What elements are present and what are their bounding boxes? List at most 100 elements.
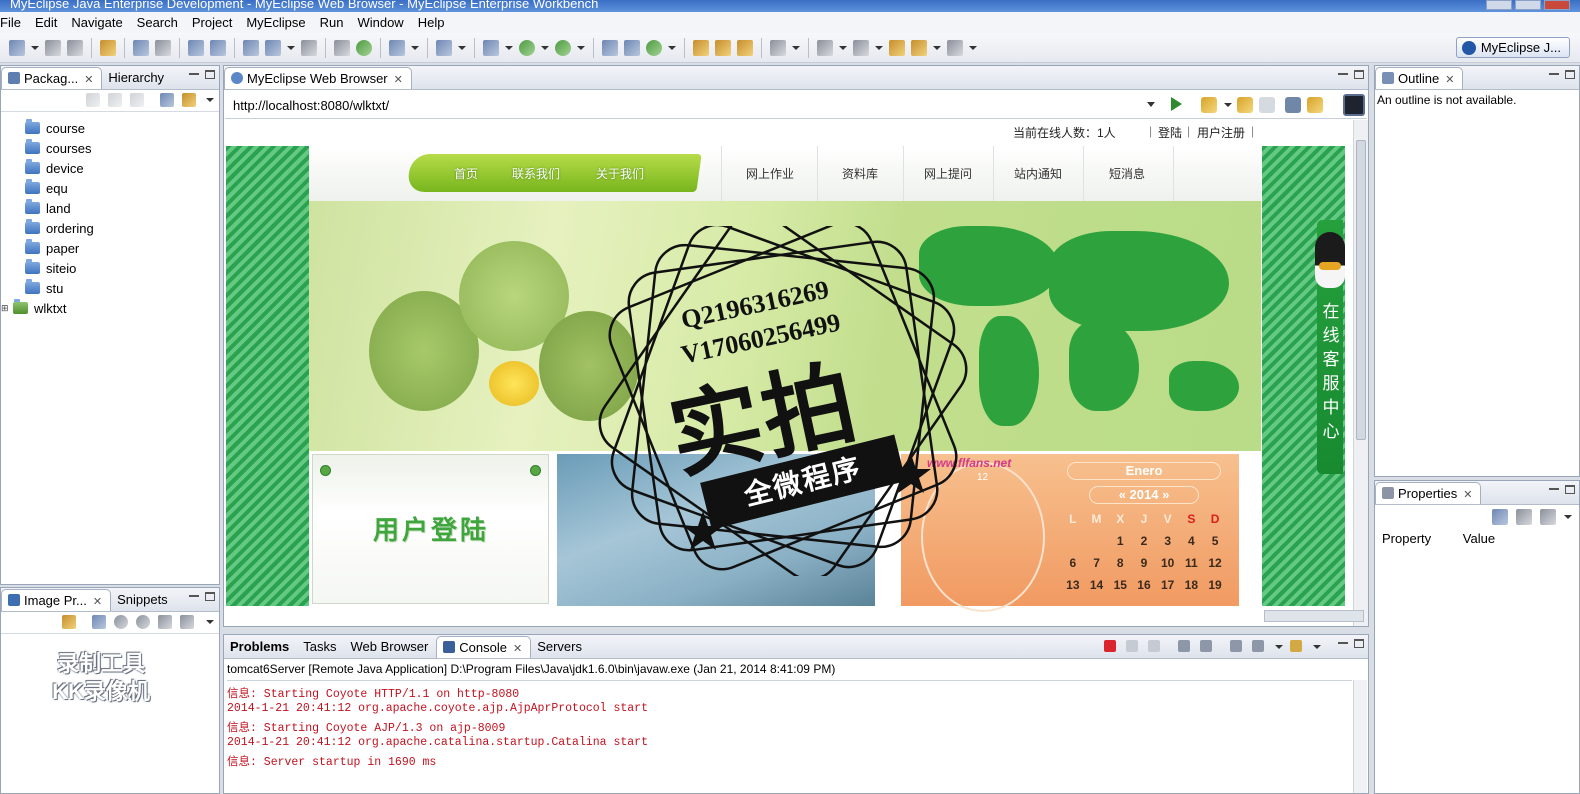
- annotation-icon[interactable]: [770, 39, 786, 56]
- calendar-day[interactable]: 4: [1180, 534, 1202, 548]
- tab-image-preview[interactable]: Image Pr... ✕: [1, 589, 112, 611]
- collapse-all-icon[interactable]: [160, 93, 174, 107]
- previous-annotation-dropdown-icon[interactable]: [875, 45, 883, 50]
- link-with-editor-icon[interactable]: [182, 93, 196, 107]
- calendar-day[interactable]: 10: [1157, 556, 1179, 570]
- close-icon[interactable]: ✕: [1463, 489, 1472, 501]
- minimize-view-icon[interactable]: [1549, 488, 1559, 491]
- remove-launch-icon[interactable]: [1126, 640, 1138, 652]
- close-icon[interactable]: ✕: [93, 596, 102, 608]
- window-icon[interactable]: [389, 39, 405, 56]
- new-ejb-project-icon[interactable]: [155, 39, 171, 56]
- favorites-icon[interactable]: [1201, 97, 1217, 113]
- run-server-icon[interactable]: [265, 39, 281, 56]
- run-icon[interactable]: [519, 39, 535, 56]
- display-console-icon[interactable]: [1252, 640, 1264, 652]
- calendar-day[interactable]: 13: [1062, 578, 1084, 592]
- view-menu-icon[interactable]: [206, 620, 214, 624]
- tab-problems[interactable]: Problems: [224, 636, 297, 658]
- tree-item-courses[interactable]: courses: [9, 138, 94, 158]
- minimize-view-icon[interactable]: [189, 595, 199, 598]
- open-perspective-icon[interactable]: [334, 39, 350, 56]
- tree-item-stu[interactable]: stu: [9, 278, 94, 298]
- tab-console[interactable]: Console ✕: [436, 636, 532, 658]
- open-type-icon[interactable]: [100, 39, 116, 56]
- run-external-icon[interactable]: [555, 39, 571, 56]
- remove-all-icon[interactable]: [1148, 640, 1160, 652]
- next-annotation-dropdown-icon[interactable]: [839, 45, 847, 50]
- close-icon[interactable]: ✕: [1445, 74, 1454, 86]
- new-package-icon[interactable]: [624, 39, 640, 56]
- search-icon[interactable]: [737, 39, 753, 56]
- stop-icon[interactable]: [1285, 97, 1301, 113]
- calendar-day[interactable]: 1: [1109, 534, 1131, 548]
- clear-console-icon[interactable]: [1178, 640, 1190, 652]
- register-link[interactable]: 用户注册: [1197, 124, 1245, 141]
- maximize-view-icon[interactable]: [1354, 639, 1364, 648]
- maximize-view-icon[interactable]: [205, 592, 215, 601]
- next-annotation-icon[interactable]: [817, 39, 833, 56]
- calendar-day[interactable]: 19: [1204, 578, 1226, 592]
- tree-item-wlktxt[interactable]: ⊞ wlktxt: [1, 298, 94, 318]
- calendar-day[interactable]: 12: [1204, 556, 1226, 570]
- new-java-project-icon[interactable]: [602, 39, 618, 56]
- calendar-day[interactable]: 3: [1157, 534, 1179, 548]
- open-console-dropdown-icon[interactable]: [1313, 645, 1321, 649]
- favorites-dropdown-icon[interactable]: [1224, 103, 1232, 107]
- menu-myeclipse[interactable]: MyEclipse: [240, 15, 313, 30]
- deploy-icon[interactable]: [188, 39, 204, 56]
- minimize-view-icon[interactable]: [1338, 73, 1348, 76]
- zoom-fit-icon[interactable]: [180, 615, 194, 629]
- tools-dropdown-icon[interactable]: [458, 45, 466, 50]
- zoom-in-icon[interactable]: [136, 615, 150, 629]
- forward-arrow-icon[interactable]: [1259, 97, 1275, 113]
- calendar-day[interactable]: 5: [1204, 534, 1226, 548]
- refresh-icon[interactable]: [62, 615, 76, 629]
- last-edit-location-icon[interactable]: [889, 39, 905, 56]
- browser-settings-icon[interactable]: [1343, 94, 1365, 116]
- print-icon[interactable]: [67, 39, 83, 56]
- calendar-day[interactable]: 9: [1133, 556, 1155, 570]
- tab-tasks[interactable]: Tasks: [297, 636, 344, 658]
- nav-library[interactable]: 资料库: [842, 165, 878, 182]
- nav-contact[interactable]: 联系我们: [512, 165, 560, 182]
- back-icon[interactable]: [911, 39, 927, 56]
- calendar-day[interactable]: 18: [1180, 578, 1202, 592]
- menu-window[interactable]: Window: [351, 15, 411, 30]
- calendar-day[interactable]: 15: [1109, 578, 1131, 592]
- tree-item-course[interactable]: course: [9, 118, 94, 138]
- tree-item-ordering[interactable]: ordering: [9, 218, 94, 238]
- url-input[interactable]: [229, 94, 1159, 116]
- tree-item-device[interactable]: device: [9, 158, 94, 178]
- calendar-day[interactable]: 16: [1133, 578, 1155, 592]
- login-link[interactable]: 登陆: [1158, 124, 1182, 141]
- new-class-dropdown-icon[interactable]: [668, 45, 676, 50]
- nav-questions[interactable]: 网上提问: [924, 165, 972, 182]
- calendar-day[interactable]: 8: [1109, 556, 1131, 570]
- close-window-button[interactable]: [1544, 0, 1570, 10]
- minimize-view-icon[interactable]: [1338, 642, 1348, 645]
- fit-image-icon[interactable]: [92, 615, 106, 629]
- server-dropdown-icon[interactable]: [287, 45, 295, 50]
- maximize-view-icon[interactable]: [205, 70, 215, 79]
- open-task-icon[interactable]: [715, 39, 731, 56]
- myeclipse-perspective-button[interactable]: MyEclipse J...: [1455, 37, 1570, 58]
- menu-edit[interactable]: Edit: [29, 15, 65, 30]
- nav-notices[interactable]: 站内通知: [1014, 165, 1062, 182]
- view-menu-icon[interactable]: [1564, 515, 1572, 519]
- maximize-view-icon[interactable]: [1565, 485, 1575, 494]
- console-output[interactable]: 信息: Starting Coyote HTTP/1.1 on http-808…: [227, 680, 1352, 793]
- window-dropdown-icon[interactable]: [411, 45, 419, 50]
- actual-size-icon[interactable]: [158, 615, 172, 629]
- up-icon[interactable]: [130, 93, 144, 107]
- forward-dropdown-icon[interactable]: [969, 45, 977, 50]
- url-history-dropdown-icon[interactable]: [1147, 102, 1155, 107]
- terminate-icon[interactable]: [1104, 640, 1116, 652]
- forward-icon[interactable]: [108, 93, 122, 107]
- categories-icon[interactable]: [1492, 509, 1508, 525]
- calendar-day[interactable]: 7: [1086, 556, 1108, 570]
- close-icon[interactable]: ✕: [513, 643, 522, 655]
- run-dropdown-icon[interactable]: [541, 45, 549, 50]
- advanced-icon[interactable]: [1516, 509, 1532, 525]
- qq-service-sidebar[interactable]: 在线客服中心: [1315, 220, 1345, 474]
